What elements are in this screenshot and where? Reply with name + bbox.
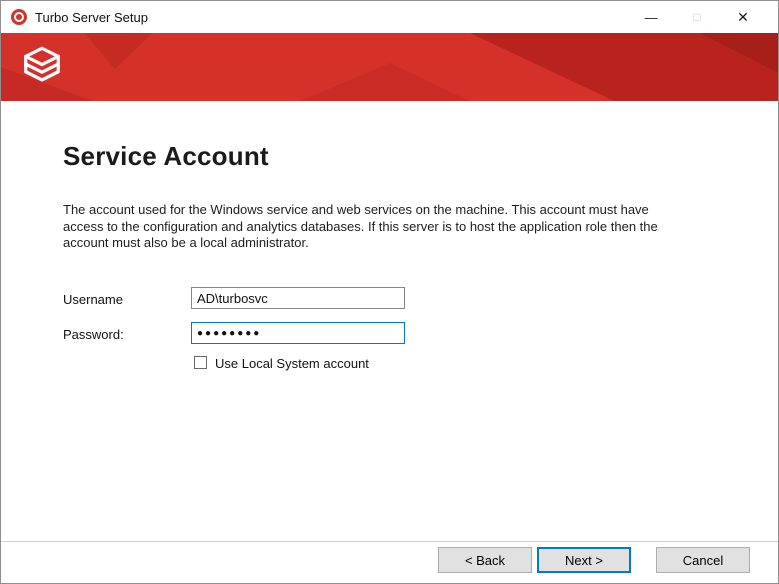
maximize-button: □ (674, 1, 720, 33)
page-description: The account used for the Windows service… (63, 202, 689, 252)
page-title: Service Account (63, 141, 269, 172)
cancel-button[interactable]: Cancel (656, 547, 750, 573)
back-button[interactable]: < Back (438, 547, 532, 573)
footer-divider (1, 541, 778, 542)
local-system-checkbox[interactable] (194, 356, 207, 369)
close-button[interactable]: ✕ (720, 1, 766, 33)
window-controls: — □ ✕ (628, 1, 778, 33)
local-system-checkbox-label: Use Local System account (215, 356, 369, 371)
password-input[interactable] (191, 322, 405, 344)
turbo-logo (19, 43, 65, 89)
window-title: Turbo Server Setup (35, 10, 148, 25)
username-input[interactable] (191, 287, 405, 309)
banner (1, 33, 778, 101)
username-label: Username (63, 292, 123, 307)
setup-wizard-window: Turbo Server Setup — □ ✕ Service Account… (0, 0, 779, 584)
banner-art (1, 33, 778, 101)
next-button[interactable]: Next > (537, 547, 631, 573)
title-bar: Turbo Server Setup — □ ✕ (1, 1, 778, 33)
password-label: Password: (63, 327, 124, 342)
minimize-button[interactable]: — (628, 1, 674, 33)
turbo-app-icon (11, 9, 27, 25)
